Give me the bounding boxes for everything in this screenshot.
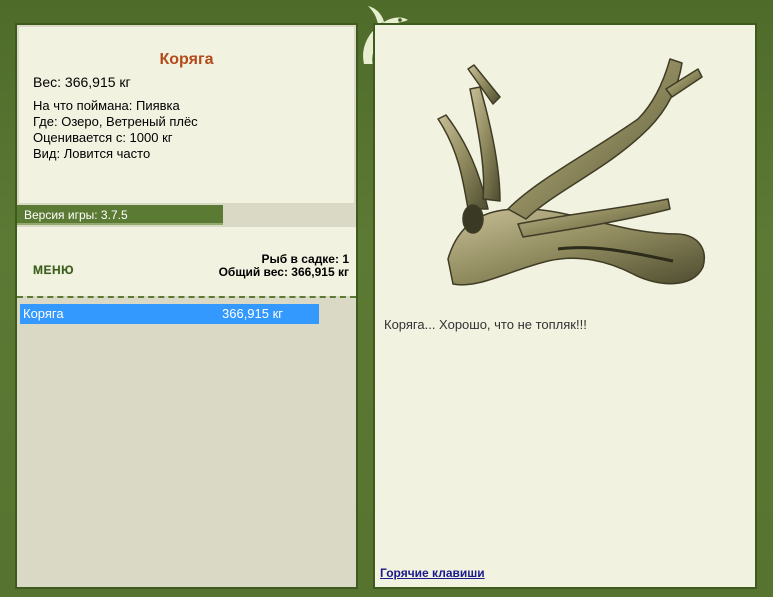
keepnet-stats: Рыб в садке: 1 Общий вес: 366,915 кг [219,253,349,279]
list-item[interactable]: Коряга 366,915 кг [20,304,319,324]
fish-description: Коряга... Хорошо, что не топляк!!! [384,317,587,332]
fish-weight: Вес: 366,915 кг [33,74,131,90]
list-item-name: Коряга [23,306,64,321]
driftwood-image [437,58,705,286]
fish-info-box: Коряга Вес: 366,915 кг На что поймана: П… [19,27,354,203]
bait-line: На что поймана: Пиявка [33,98,180,113]
fish-title: Коряга [159,51,214,68]
menu-strip: МЕНЮ Рыб в садке: 1 Общий вес: 366,915 к… [17,227,356,296]
menu-button[interactable]: МЕНЮ [33,263,74,277]
version-bar: Версия игры: 3.7.5 [17,205,223,225]
dashed-divider [17,296,356,298]
kind-line: Вид: Ловится часто [33,146,151,161]
location-line: Где: Озеро, Ветреный плёс [33,114,198,129]
hotkeys-link[interactable]: Горячие клавиши [380,566,485,580]
left-panel: Коряга Вес: 366,915 кг На что поймана: П… [15,23,358,589]
list-item-weight: 366,915 кг [222,306,284,321]
value-line: Оценивается с: 1000 кг [33,130,173,145]
keepnet-total-weight: Общий вес: 366,915 кг [218,265,349,279]
fish-details: На что поймана: Пиявка Где: Озеро, Ветре… [33,98,198,162]
right-panel: Коряга... Хорошо, что не топляк!!! Горяч… [373,23,757,589]
